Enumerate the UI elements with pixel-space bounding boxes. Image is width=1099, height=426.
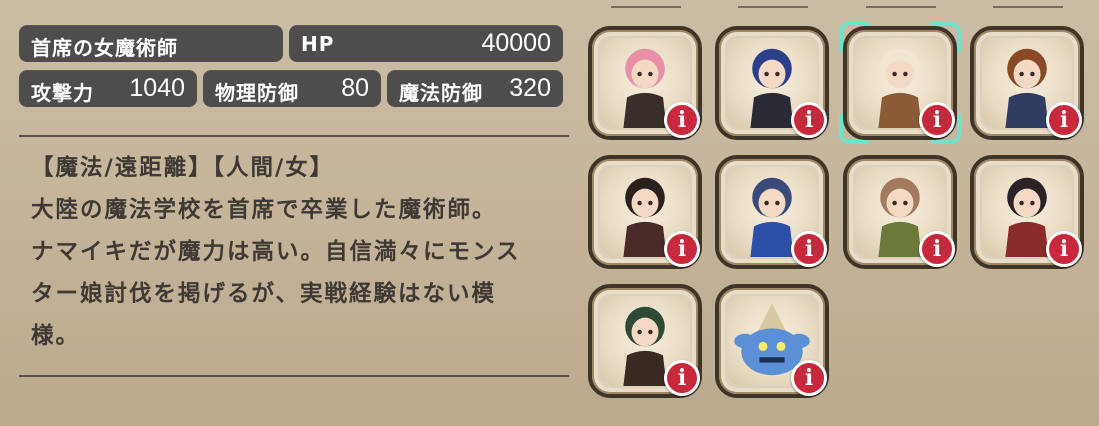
roster-scroll-edge xyxy=(738,0,808,8)
selection-corner-bracket xyxy=(931,22,961,52)
magic-defense-value: 320 xyxy=(509,74,551,102)
roster-scroll-edge xyxy=(611,0,681,8)
attack-panel: 攻撃力 1040 xyxy=(19,70,197,107)
magic-defense-panel: 魔法防御 320 xyxy=(387,70,563,107)
hp-value: 40000 xyxy=(481,29,551,57)
unit-tile[interactable]: i xyxy=(843,155,957,269)
physical-defense-label: 物理防御 xyxy=(215,81,299,105)
info-button[interactable]: i xyxy=(1046,102,1082,138)
divider-bottom xyxy=(19,375,569,377)
attack-value: 1040 xyxy=(129,74,185,102)
info-button[interactable]: i xyxy=(664,102,700,138)
roster-scroll-edge xyxy=(993,0,1063,8)
unit-tags: 【魔法/遠距離】【人間/女】 xyxy=(31,155,335,181)
physical-defense-panel: 物理防御 80 xyxy=(203,70,381,107)
info-button[interactable]: i xyxy=(919,231,955,267)
unit-tile[interactable]: i xyxy=(715,155,829,269)
unit-name: 首席の女魔術師 xyxy=(31,36,178,60)
unit-name-panel: 首席の女魔術師 xyxy=(19,25,283,62)
info-button[interactable]: i xyxy=(791,102,827,138)
hp-label: HP xyxy=(301,32,335,56)
unit-tile[interactable]: i xyxy=(588,155,702,269)
unit-tile[interactable]: i xyxy=(715,26,829,140)
magic-defense-label: 魔法防御 xyxy=(399,81,483,105)
info-button[interactable]: i xyxy=(664,360,700,396)
description-line: ター娘討伐を掲げるが、実戦経験はない模 xyxy=(31,281,497,307)
selection-corner-bracket xyxy=(839,22,869,52)
hp-panel: HP 40000 xyxy=(289,25,563,62)
attack-label: 攻撃力 xyxy=(31,81,94,105)
description-line: 大陸の魔法学校を首席で卒業した魔術師。 xyxy=(31,197,497,223)
physical-defense-value: 80 xyxy=(341,74,369,102)
unit-tile[interactable]: i xyxy=(588,284,702,398)
unit-tile[interactable]: i xyxy=(970,26,1084,140)
info-button[interactable]: i xyxy=(664,231,700,267)
selection-corner-bracket xyxy=(839,114,869,144)
info-button[interactable]: i xyxy=(791,360,827,396)
unit-tile[interactable]: i xyxy=(839,22,961,144)
unit-tile[interactable]: i xyxy=(715,284,829,398)
divider-top xyxy=(19,135,569,137)
description-line: 様。 xyxy=(31,323,81,349)
unit-tile[interactable]: i xyxy=(588,26,702,140)
selection-corner-bracket xyxy=(931,114,961,144)
info-button[interactable]: i xyxy=(1046,231,1082,267)
info-button[interactable]: i xyxy=(791,231,827,267)
description-line: ナマイキだが魔力は高い。自信満々にモンス xyxy=(31,239,521,265)
unit-description: 【魔法/遠距離】【人間/女】 大陸の魔法学校を首席で卒業した魔術師。 ナマイキだ… xyxy=(31,147,571,357)
roster-scroll-edge xyxy=(866,0,936,8)
unit-tile[interactable]: i xyxy=(970,155,1084,269)
